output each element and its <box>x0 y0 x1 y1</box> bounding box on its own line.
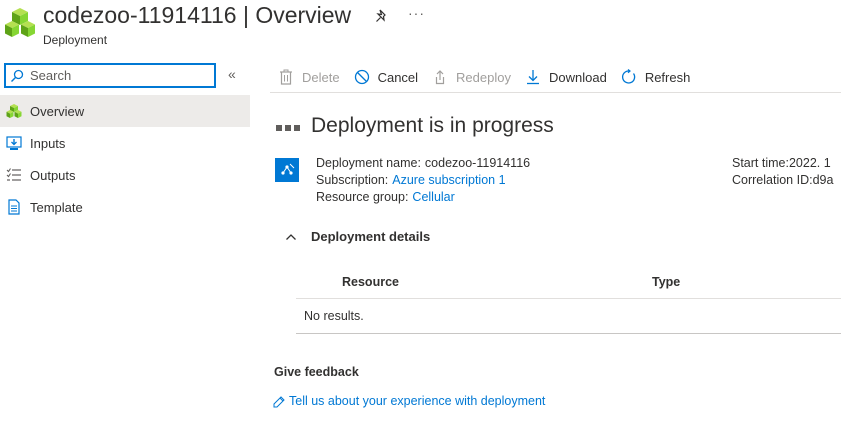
delete-button[interactable]: Delete <box>278 69 340 85</box>
start-time-label: Start time: <box>732 156 789 170</box>
subscription-link[interactable]: Azure subscription 1 <box>392 173 505 187</box>
download-label: Download <box>548 69 607 85</box>
table-row: No results. <box>296 299 841 334</box>
outputs-icon <box>6 168 21 181</box>
feedback-icon <box>273 395 285 407</box>
search-icon <box>11 69 24 82</box>
feedback-link-label: Tell us about your experience with deplo… <box>289 394 546 408</box>
table-header: Resource Type <box>296 266 841 299</box>
page-title: codezoo-11914116 | Overview <box>43 2 351 29</box>
sidebar-item-inputs[interactable]: Inputs <box>0 127 250 159</box>
collapse-sidebar-button[interactable]: « <box>228 66 236 82</box>
in-progress-icon <box>276 125 300 131</box>
sidebar-nav: Overview Inputs Outputs Template <box>0 95 250 223</box>
deployment-details-label: Deployment details <box>311 229 431 244</box>
give-feedback-heading: Give feedback <box>274 365 359 379</box>
deployment-name-row: Deployment name: codezoo-11914116 <box>316 155 530 172</box>
download-button[interactable]: Download <box>525 69 607 85</box>
correlation-value: d9a <box>812 173 834 187</box>
deployment-info-right: Start time:2022. 1 Correlation ID:d9a <box>732 155 833 189</box>
subscription-label: Subscription: <box>316 173 389 187</box>
resource-group-row: Resource group: Cellular <box>316 189 530 206</box>
command-bar: Delete Cancel Redeploy Download Refresh <box>270 62 841 93</box>
start-time-row: Start time:2022. 1 <box>732 155 833 172</box>
start-time-value: 2022. 1 <box>788 156 831 170</box>
sidebar-item-outputs[interactable]: Outputs <box>0 159 250 191</box>
empty-state-text: No results. <box>304 309 364 323</box>
search-input[interactable] <box>30 67 210 84</box>
deployment-name-label: Deployment name: <box>316 156 421 170</box>
resources-table: Resource Type No results. <box>296 266 841 334</box>
deployment-name-value: codezoo-11914116 <box>424 156 531 170</box>
column-header-type[interactable]: Type <box>652 275 680 289</box>
refresh-label: Refresh <box>644 69 691 85</box>
column-header-resource[interactable]: Resource <box>342 275 399 289</box>
resource-group-label: Resource group: <box>316 190 409 204</box>
cancel-icon <box>354 69 369 85</box>
sidebar-item-label: Overview <box>30 103 85 119</box>
chevron-up-icon <box>286 233 296 240</box>
cancel-button[interactable]: Cancel <box>354 69 418 85</box>
sidebar-item-template[interactable]: Template <box>0 191 250 223</box>
sidebar-item-overview[interactable]: Overview <box>0 95 250 127</box>
deployment-icon <box>275 158 299 182</box>
redeploy-label: Redeploy <box>456 69 511 85</box>
sidebar-item-label: Outputs <box>30 167 76 183</box>
deployment-status-title: Deployment is in progress <box>311 114 554 137</box>
download-icon <box>526 70 539 85</box>
template-icon <box>8 199 20 215</box>
pin-icon[interactable] <box>374 8 390 24</box>
correlation-row: Correlation ID:d9a <box>732 172 833 189</box>
deployment-details-toggle[interactable]: Deployment details <box>285 229 430 244</box>
search-box[interactable] <box>4 63 216 88</box>
redeploy-button[interactable]: Redeploy <box>432 69 511 85</box>
page-name: Overview <box>255 2 352 28</box>
resource-name: codezoo-11914116 <box>43 2 237 28</box>
delete-label: Delete <box>302 69 340 85</box>
cancel-label: Cancel <box>377 69 419 85</box>
refresh-icon <box>621 69 636 84</box>
title-separator: | <box>242 2 249 28</box>
refresh-button[interactable]: Refresh <box>621 69 691 85</box>
sidebar-item-label: Inputs <box>30 135 66 151</box>
more-options-button[interactable]: ··· <box>408 5 425 21</box>
deployment-info: Deployment name: codezoo-11914116 Subscri… <box>316 155 530 206</box>
redeploy-icon <box>435 70 445 85</box>
deployment-logo-icon <box>5 8 35 37</box>
resource-group-link[interactable]: Cellular <box>412 190 454 204</box>
inputs-icon <box>6 136 22 150</box>
subscription-row: Subscription: Azure subscription 1 <box>316 172 530 189</box>
sidebar-item-label: Template <box>30 199 83 215</box>
resource-type: Deployment <box>43 33 108 47</box>
trash-icon <box>280 69 292 85</box>
feedback-link[interactable]: Tell us about your experience with deplo… <box>273 394 545 408</box>
overview-icon <box>6 104 22 118</box>
correlation-label: Correlation ID: <box>732 173 813 187</box>
